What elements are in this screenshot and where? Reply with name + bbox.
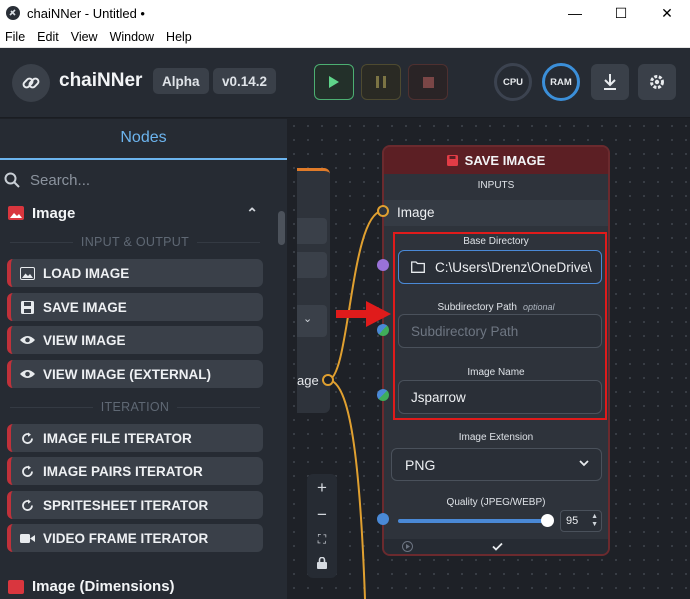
- zoom-in-button[interactable]: +: [317, 478, 327, 498]
- quality-input-handle[interactable]: [377, 513, 389, 525]
- image-name-input-handle[interactable]: [377, 389, 389, 401]
- image-extension-label: Image Extension: [458, 432, 534, 443]
- play-circle-icon: [402, 541, 413, 552]
- zoom-out-button[interactable]: −: [317, 505, 327, 525]
- fit-view-icon[interactable]: ⛶: [318, 532, 326, 547]
- chevron-down-icon: [579, 460, 589, 467]
- image-input-row: Image: [384, 200, 608, 226]
- floppy-icon: [446, 155, 458, 166]
- quality-number-input[interactable]: 95 ▲ ▼: [560, 510, 602, 532]
- highlight-box: [393, 232, 607, 420]
- output-handle[interactable]: [322, 374, 334, 386]
- lock-icon[interactable]: [317, 554, 327, 574]
- save-image-node-header[interactable]: SAVE IMAGE: [384, 147, 608, 174]
- node-footer: [384, 539, 608, 554]
- image-extension-select[interactable]: PNG: [391, 448, 602, 481]
- quality-slider-thumb[interactable]: [541, 514, 554, 527]
- directory-input-handle[interactable]: [377, 259, 389, 271]
- image-extension-value: PNG: [405, 456, 436, 473]
- inputs-section-label: INPUTS: [477, 180, 515, 191]
- stepper-arrows-icon[interactable]: ▲ ▼: [591, 513, 598, 529]
- quality-label: Quality (JPEG/WEBP): [446, 497, 546, 508]
- node-title: SAVE IMAGE: [464, 153, 546, 168]
- quality-slider-track[interactable]: [398, 519, 548, 523]
- image-input-handle[interactable]: [377, 205, 389, 217]
- quality-value: 95: [566, 515, 579, 527]
- zoom-controls: + − ⛶: [307, 474, 337, 578]
- red-arrow-icon: [336, 301, 391, 327]
- checkmark-icon: [492, 542, 503, 551]
